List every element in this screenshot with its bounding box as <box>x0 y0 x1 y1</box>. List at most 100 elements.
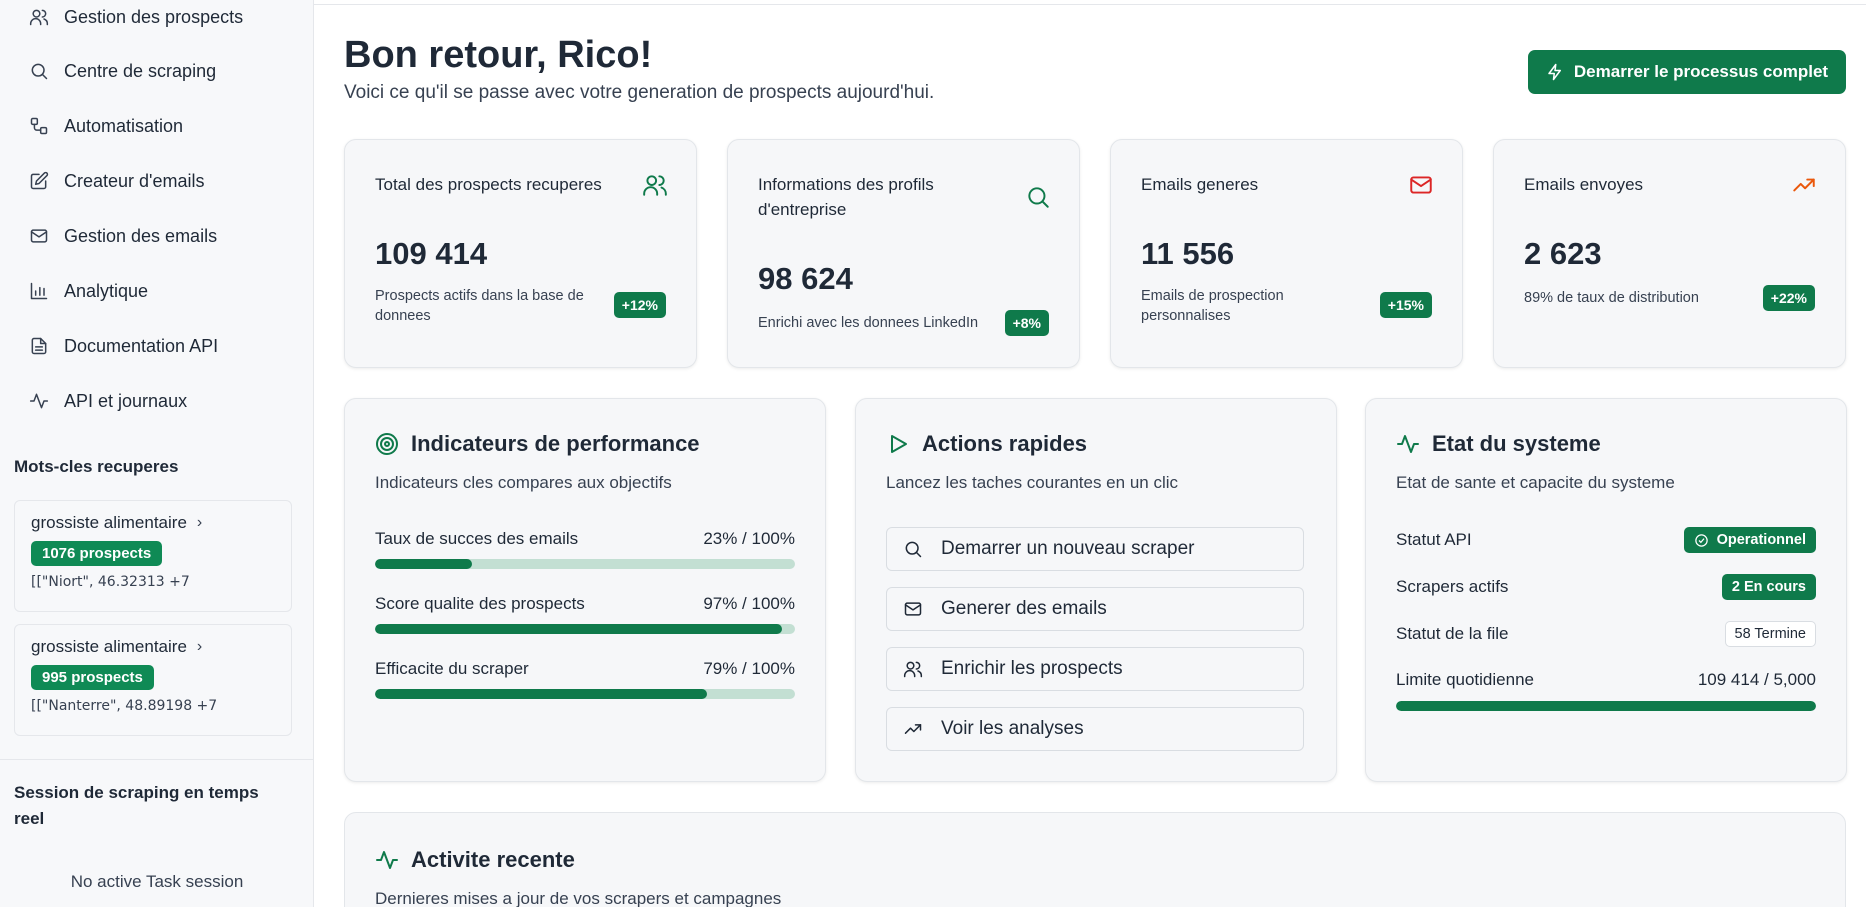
sidebar-item-label: Centre de scraping <box>64 60 217 81</box>
daily-limit-bar-wrap <box>1396 691 1816 711</box>
progress-bar <box>375 624 795 634</box>
quick-actions-panel: Actions rapides Lancez les taches couran… <box>855 398 1337 782</box>
users-icon <box>28 6 50 28</box>
stat-card-company-profiles: Informations des profils d'entreprise 98… <box>727 139 1080 368</box>
stat-label: Emails envoyes <box>1524 175 1644 194</box>
stat-card-total-prospects: Total des prospects recuperes 109 414 Pr… <box>344 139 697 368</box>
cta-label: Demarrer le processus complet <box>1573 62 1829 81</box>
performance-heading: Indicateurs de performance <box>375 431 700 457</box>
active-scrapers-row: Scrapers actifs 2 En cours <box>1396 574 1816 600</box>
mail-icon <box>904 602 922 616</box>
progress-fill <box>375 689 707 699</box>
page-subtitle: Voici ce qu'il se passe avec votre gener… <box>344 82 935 103</box>
stat-label: Informations des profils d'entreprise <box>758 175 934 219</box>
action-label: Demarrer un nouveau scraper <box>941 538 1195 559</box>
stat-value: 98 624 <box>758 261 853 296</box>
bar-chart-icon <box>28 280 50 302</box>
sidebar-item-label: Analytique <box>64 280 149 301</box>
enrich-prospects-button[interactable]: Enrichir les prospects <box>886 647 1304 691</box>
status-badge-text: Operationnel <box>1716 532 1806 548</box>
activity-subtitle: Dernieres mises a jour de vos scrapers e… <box>375 889 782 907</box>
metric-value: 97% / 100% <box>703 594 795 613</box>
stat-value: 109 414 <box>375 236 488 271</box>
view-analytics-button[interactable]: Voir les analyses <box>886 707 1304 751</box>
action-label: Generer des emails <box>941 598 1107 619</box>
stat-change-badge: +12% <box>613 292 666 318</box>
header-divider <box>314 4 1866 5</box>
row-label: Limite quotidienne <box>1396 670 1534 689</box>
action-label: Voir les analyses <box>941 718 1084 739</box>
stat-value: 11 556 <box>1141 236 1235 271</box>
stat-value: 2 623 <box>1524 236 1602 271</box>
keyword-title-row: grossiste alimentaire › <box>31 513 275 533</box>
sidebar-item-automation[interactable]: Automatisation <box>28 106 298 146</box>
performance-subtitle: Indicateurs cles compares aux objectifs <box>375 473 672 492</box>
progress-bar <box>375 559 795 569</box>
sidebar-item-label: API et journaux <box>64 390 188 411</box>
sidebar-item-email-creator[interactable]: Createur d'emails <box>28 161 298 201</box>
sidebar-item-email-management[interactable]: Gestion des emails <box>28 216 298 256</box>
activity-title: Activite recente <box>411 847 575 872</box>
users-icon <box>642 172 668 198</box>
sidebar-item-scraping[interactable]: Centre de scraping <box>28 51 298 91</box>
activity-heading: Activite recente <box>375 847 575 873</box>
keyword-title: grossiste alimentaire <box>31 637 187 656</box>
performance-title: Indicateurs de performance <box>411 431 700 456</box>
mail-icon <box>1408 172 1434 198</box>
status-badge: Operationnel <box>1683 527 1816 553</box>
lightning-icon <box>1548 63 1561 81</box>
activity-icon <box>376 851 398 869</box>
sidebar-item-label: Createur d'emails <box>64 170 205 191</box>
keyword-count-badge: 1076 prospects <box>31 541 163 566</box>
start-scraper-button[interactable]: Demarrer un nouveau scraper <box>886 527 1304 571</box>
metric-row: Taux de succes des emails 23% / 100% <box>375 529 795 569</box>
chevron-right-icon[interactable]: › <box>197 638 202 656</box>
stat-change-badge: +15% <box>1379 292 1432 318</box>
session-heading: Session de scraping en temps reel <box>14 783 259 828</box>
sidebar-item-label: Gestion des prospects <box>64 6 244 27</box>
keyword-card[interactable]: grossiste alimentaire › 995 prospects [[… <box>14 624 292 736</box>
chevron-right-icon[interactable]: › <box>197 514 202 532</box>
sidebar-item-analytics[interactable]: Analytique <box>28 271 298 311</box>
quick-actions-subtitle: Lancez les taches courantes en un clic <box>886 473 1179 492</box>
row-label: Scrapers actifs <box>1396 577 1509 596</box>
api-status-row: Statut API Operationnel <box>1396 527 1816 553</box>
system-title: Etat du systeme <box>1432 431 1601 456</box>
stat-description: Emails de prospection personnalises <box>1141 288 1284 324</box>
play-icon <box>891 435 907 453</box>
stat-change-badge: +8% <box>1004 310 1049 336</box>
metric-value: 79% / 100% <box>703 659 795 678</box>
sidebar-item-api-docs[interactable]: Documentation API <box>28 326 298 366</box>
stat-label: Total des prospects recuperes <box>375 175 602 194</box>
keyword-title: grossiste alimentaire <box>31 513 187 532</box>
generate-emails-button[interactable]: Generer des emails <box>886 587 1304 631</box>
workflow-icon <box>28 115 50 137</box>
sidebar-item-label: Automatisation <box>64 115 184 136</box>
queue-status-row: Statut de la file 58 Termine <box>1396 621 1816 647</box>
keyword-count-badge: 995 prospects <box>31 665 154 690</box>
activity-icon <box>1397 435 1419 453</box>
sidebar-item-api-logs[interactable]: API et journaux <box>28 381 298 421</box>
document-icon <box>28 335 50 357</box>
system-status-panel: Etat du systeme Etat de sante et capacit… <box>1365 398 1847 782</box>
stat-description: Prospects actifs dans la base de donnees <box>375 288 584 324</box>
sidebar-item-prospects[interactable]: Gestion des prospects <box>28 0 298 37</box>
mail-icon <box>28 225 50 247</box>
quick-actions-heading: Actions rapides <box>886 431 1087 457</box>
metric-label: Score qualite des prospects <box>375 594 585 613</box>
progress-bar <box>1396 701 1816 711</box>
progress-fill <box>375 624 783 634</box>
users-icon <box>903 661 923 678</box>
row-label: Statut API <box>1396 530 1472 549</box>
sidebar: Gestion des prospects Centre de scraping… <box>0 0 314 907</box>
page-title: Bon retour, Rico! <box>344 34 653 76</box>
metric-value: 23% / 100% <box>703 529 795 548</box>
keyword-card[interactable]: grossiste alimentaire › 1076 prospects [… <box>14 500 292 612</box>
action-label: Enrichir les prospects <box>941 658 1123 679</box>
start-full-process-button[interactable]: Demarrer le processus complet <box>1528 50 1846 94</box>
system-heading: Etat du systeme <box>1396 431 1601 457</box>
daily-limit-value: 109 414 / 5,000 <box>1697 670 1816 689</box>
metric-row: Efficacite du scraper 79% / 100% <box>375 659 795 699</box>
row-label: Statut de la file <box>1396 624 1509 643</box>
trending-up-icon <box>1791 172 1817 198</box>
